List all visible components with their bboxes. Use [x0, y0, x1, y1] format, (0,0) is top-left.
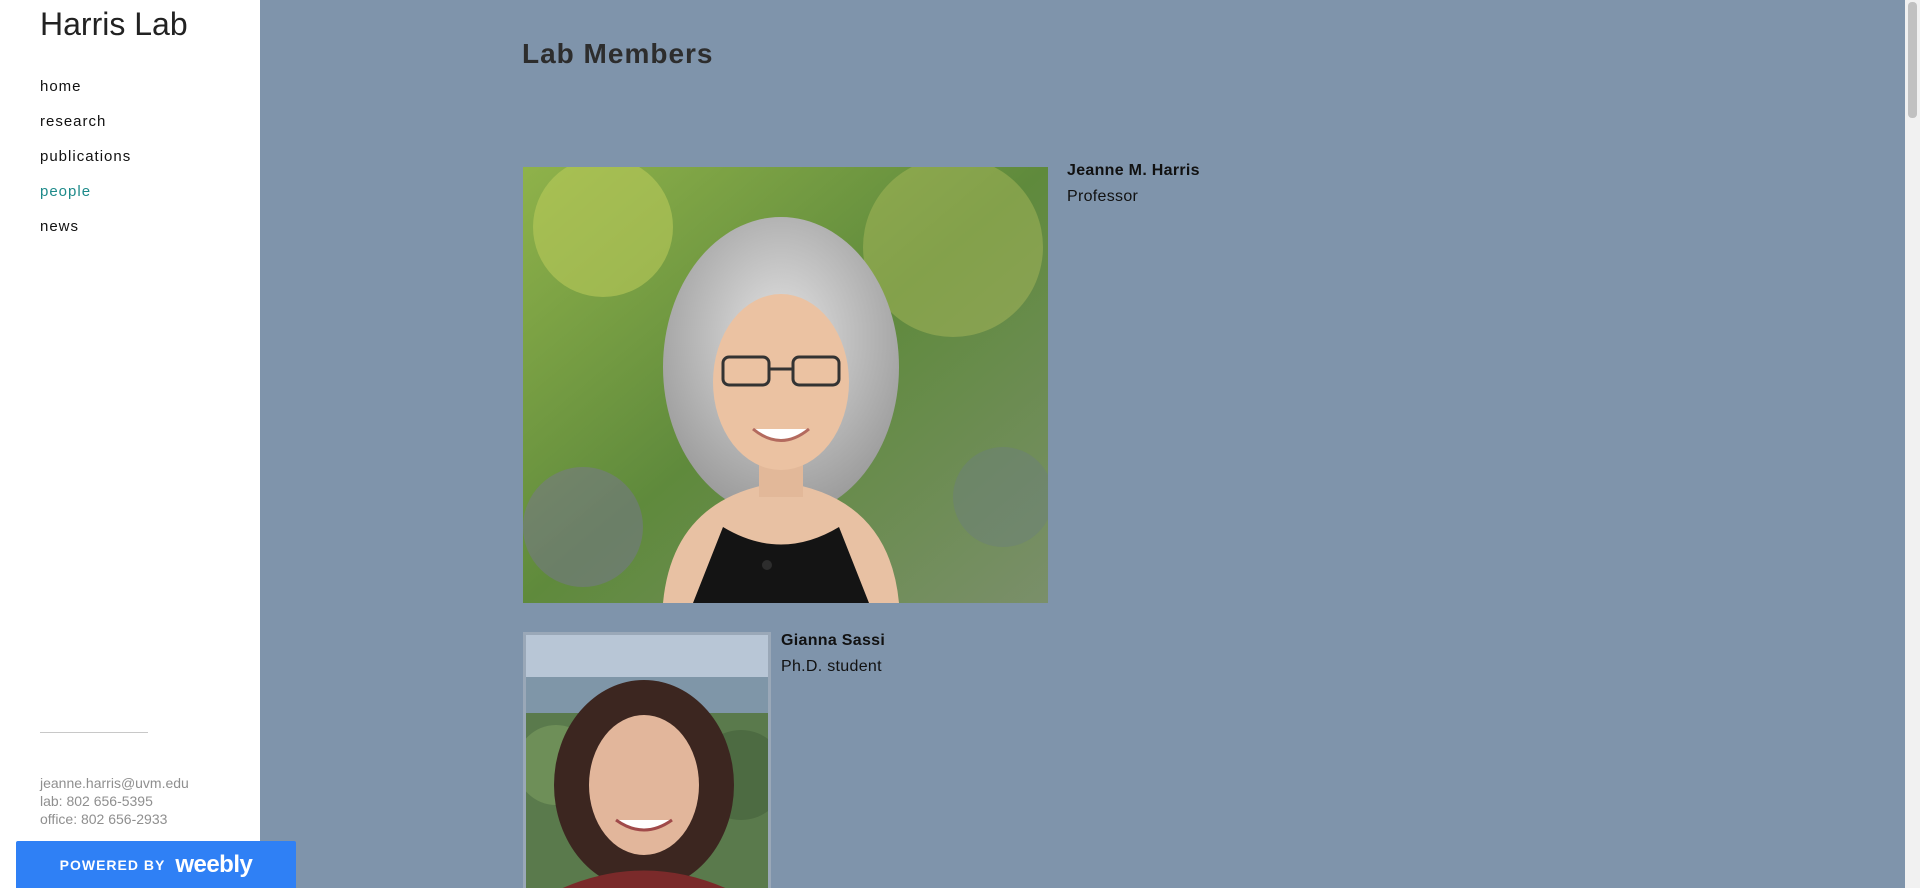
site-title[interactable]: Harris Lab	[40, 6, 188, 43]
weebly-logo: weebly	[175, 850, 253, 878]
badge-powered-label: POWERED BY	[59, 856, 166, 873]
member-info-harris: Jeanne M. Harris Professor	[1067, 162, 1200, 206]
member-photo-sassi	[523, 632, 771, 888]
contact-office-phone: office: 802 656-2933	[40, 811, 168, 827]
nav-item-people[interactable]: people	[40, 183, 131, 218]
nav-item-publications[interactable]: publications	[40, 148, 131, 183]
page-scrollbar[interactable]	[1905, 0, 1920, 888]
portrait-photo-icon	[526, 635, 768, 888]
nav-item-research[interactable]: research	[40, 113, 131, 148]
member-photo-harris	[523, 167, 1048, 603]
sidebar: Harris Lab home research publications pe…	[0, 0, 260, 888]
member-name: Jeanne M. Harris	[1067, 162, 1200, 179]
page-title: Lab Members	[522, 38, 714, 69]
member-role: Professor	[1067, 188, 1139, 205]
member-name: Gianna Sassi	[781, 632, 886, 649]
contact-info: jeanne.harris@uvm.edu lab: 802 656-5395 …	[40, 774, 189, 828]
sidebar-divider	[40, 732, 148, 733]
nav-item-news[interactable]: news	[40, 218, 131, 253]
contact-email[interactable]: jeanne.harris@uvm.edu	[40, 774, 189, 792]
weebly-badge[interactable]: POWERED BY weebly	[16, 841, 296, 888]
nav-item-home[interactable]: home	[40, 78, 131, 113]
member-role: Ph.D. student	[781, 658, 882, 675]
main-nav: home research publications people news	[40, 78, 131, 253]
scrollbar-thumb[interactable]	[1908, 2, 1917, 118]
member-info-sassi: Gianna Sassi Ph.D. student	[781, 632, 885, 676]
contact-lab-phone: lab: 802 656-5395	[40, 793, 153, 809]
main-content: Lab Members Jeanne M. Harris Professor G…	[260, 0, 1905, 888]
portrait-photo-icon	[523, 167, 1048, 603]
